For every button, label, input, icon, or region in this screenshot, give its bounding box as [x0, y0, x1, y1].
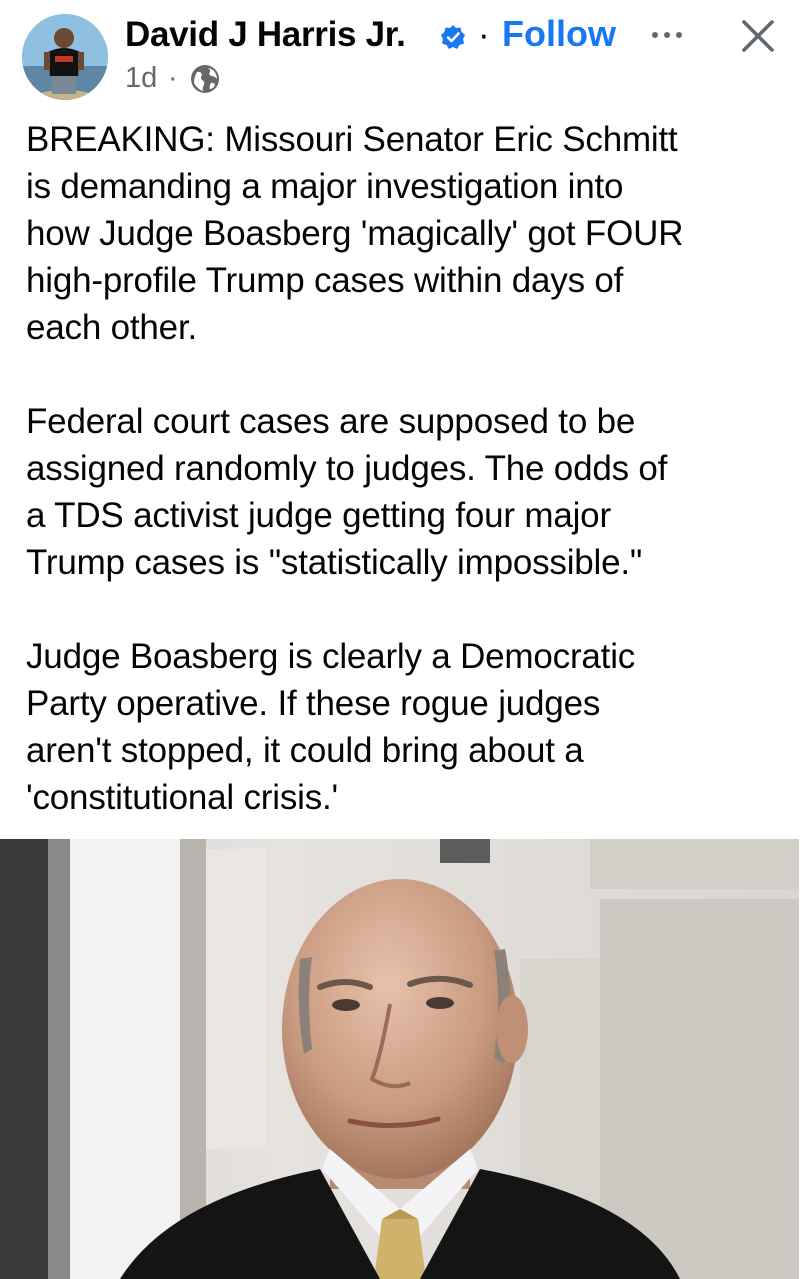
- judge-portrait-image: [0, 839, 799, 1279]
- follow-button[interactable]: Follow: [502, 13, 616, 55]
- meta-separator: ·: [168, 62, 178, 94]
- globe-icon: [191, 65, 219, 93]
- header-separator: ·: [478, 15, 490, 54]
- author-avatar[interactable]: [22, 14, 108, 100]
- close-icon[interactable]: [738, 16, 778, 56]
- post-paragraph: BREAKING: Missouri Senator Eric Schmitt …: [26, 120, 684, 347]
- post-header: David J Harris Jr. · Follow 1d ·: [0, 0, 803, 110]
- verified-badge-icon: [441, 25, 465, 49]
- more-dots-icon[interactable]: [646, 22, 690, 48]
- avatar-photo: [22, 14, 108, 100]
- post-timestamp[interactable]: 1d: [125, 60, 157, 96]
- author-name[interactable]: David J Harris Jr.: [125, 14, 406, 56]
- post-photo[interactable]: [0, 839, 799, 1279]
- post-text: BREAKING: Missouri Senator Eric Schmitt …: [26, 116, 786, 821]
- post-paragraph: Judge Boasberg is clearly a Democratic P…: [26, 637, 636, 817]
- post-paragraph: Federal court cases are supposed to be a…: [26, 402, 668, 582]
